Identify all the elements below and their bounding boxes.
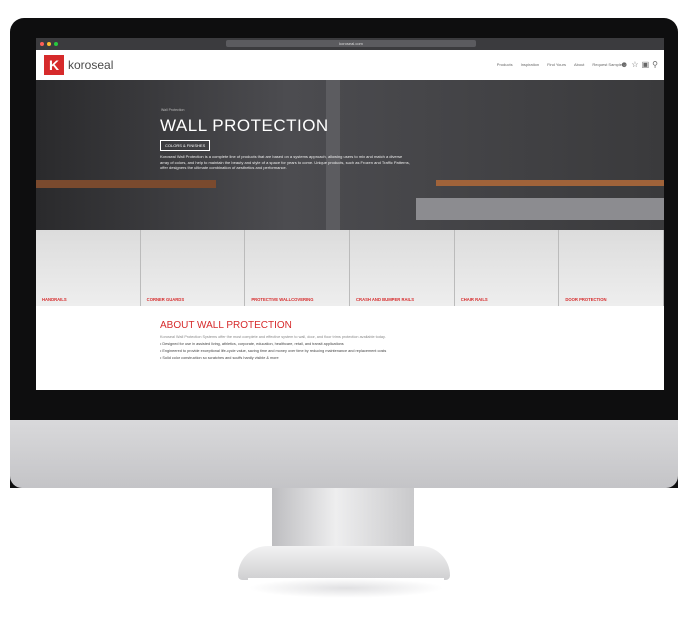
maximize-window-icon[interactable] <box>54 42 58 46</box>
category-label: CORNER GUARDS <box>146 297 185 302</box>
nav-link-products[interactable]: Products <box>497 62 513 67</box>
main-nav: Products Inspiration Find Yours About Re… <box>497 62 624 67</box>
metal-bumper-image <box>416 198 664 220</box>
category-crash-bumper-rails[interactable]: CRASH AND BUMPER RAILS <box>350 230 455 306</box>
nav-link-find-yours[interactable]: Find Yours <box>547 62 566 67</box>
hero-banner: Wall Protection WALL PROTECTION COLORS &… <box>36 80 664 230</box>
category-handrails[interactable]: HANDRAILS <box>36 230 141 306</box>
user-icon[interactable]: ☻ <box>620 60 628 69</box>
monitor-chin <box>10 420 678 488</box>
category-strip: HANDRAILS CORNER GUARDS PROTECTIVE WALLC… <box>36 230 664 306</box>
wood-rail-image <box>436 180 664 186</box>
favorites-icon[interactable]: ☆ <box>631 60 638 69</box>
category-label: CRASH AND BUMPER RAILS <box>356 297 415 302</box>
about-intro: Koroseal Wall Protection Systems offer t… <box>160 335 386 339</box>
category-label: CHAIR RAILS <box>460 297 488 302</box>
bullet-text: Solid color construction so scratches an… <box>162 356 279 360</box>
bullet-text: Engineered to provide exceptional life-c… <box>162 349 387 353</box>
search-icon[interactable]: ⚲ <box>652 60 658 69</box>
category-protective-wallcovering[interactable]: PROTECTIVE WALLCOVERING <box>245 230 351 306</box>
category-corner-guards[interactable]: CORNER GUARDS <box>140 230 246 306</box>
page-title: WALL PROTECTION <box>160 116 329 135</box>
cart-icon[interactable]: ▣ <box>642 60 650 69</box>
logo-mark[interactable]: K <box>44 55 64 75</box>
nav-link-about[interactable]: About <box>574 62 584 67</box>
list-item: • Designed for use in assisted living, a… <box>160 342 344 346</box>
category-label: HANDRAILS <box>42 297 67 302</box>
category-label: DOOR PROTECTION <box>565 297 607 302</box>
nav-link-inspiration[interactable]: Inspiration <box>521 62 539 67</box>
stand-reflection <box>248 578 444 598</box>
close-window-icon[interactable] <box>40 42 44 46</box>
screen: koroseal.com K koroseal Products Inspira… <box>36 38 664 390</box>
breadcrumb[interactable]: Wall Protection <box>161 108 184 112</box>
browser-toolbar: koroseal.com <box>36 38 664 50</box>
list-item: • Engineered to provide exceptional life… <box>160 349 387 353</box>
site-header: K koroseal Products Inspiration Find You… <box>36 50 664 80</box>
minimize-window-icon[interactable] <box>47 42 51 46</box>
address-bar[interactable]: koroseal.com <box>226 40 476 47</box>
header-icons: ☻ ☆ ▣ ⚲ <box>620 60 658 69</box>
logo-wordmark[interactable]: koroseal <box>68 58 113 72</box>
about-section: ABOUT WALL PROTECTION Koroseal Wall Prot… <box>36 306 664 360</box>
bullet-text: Designed for use in assisted living, ath… <box>162 342 344 346</box>
category-door-protection[interactable]: DOOR PROTECTION <box>559 230 664 306</box>
category-chair-rails[interactable]: CHAIR RAILS <box>454 230 560 306</box>
monitor-stand-foot <box>238 546 450 580</box>
handrail-image <box>36 180 216 188</box>
list-item: • Solid color construction so scratches … <box>160 356 279 360</box>
colors-finishes-button[interactable]: COLORS & FINISHES <box>160 140 211 151</box>
about-heading: ABOUT WALL PROTECTION <box>160 320 292 331</box>
category-label: PROTECTIVE WALLCOVERING <box>251 297 314 302</box>
hero-description: Koroseal Wall Protection is a complete l… <box>160 154 410 170</box>
